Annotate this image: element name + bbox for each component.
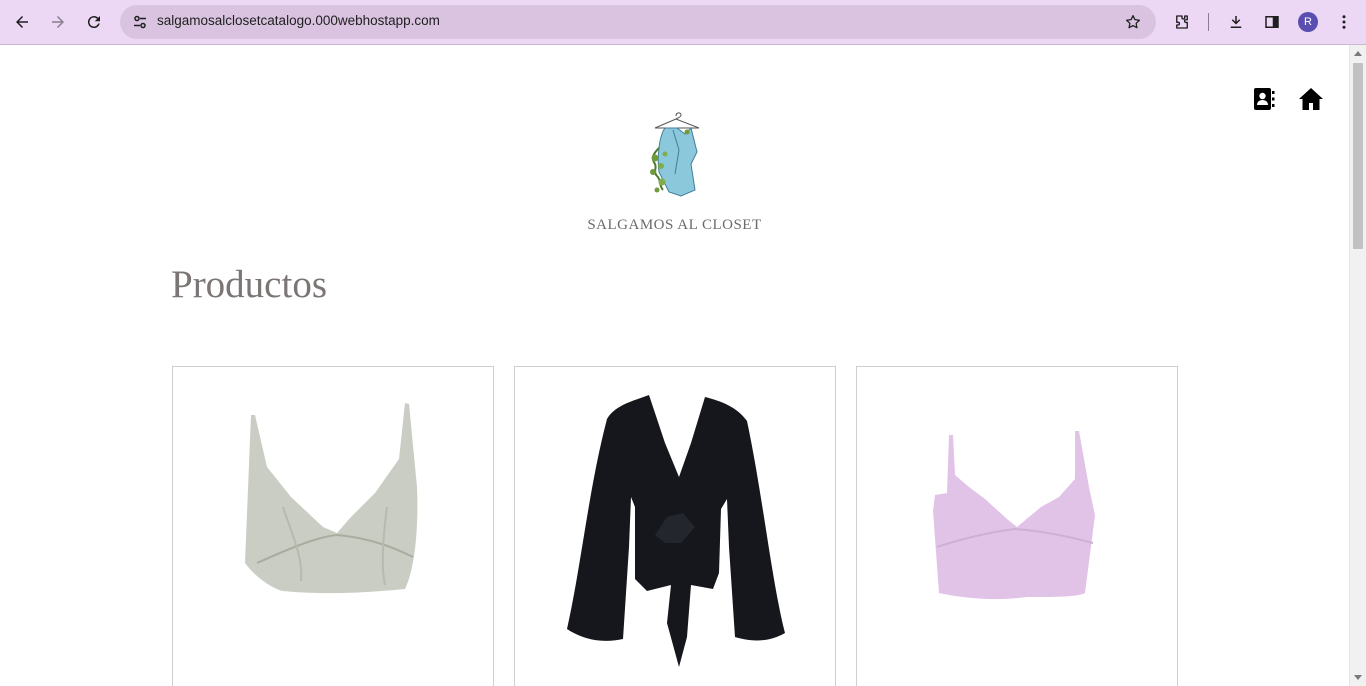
back-arrow-icon — [16, 16, 28, 28]
address-bar[interactable]: salgamosalclosetcatalogo.000webhostapp.c… — [120, 5, 1156, 39]
extensions-icon — [1176, 15, 1188, 29]
scrollbar-thumb[interactable] — [1353, 63, 1363, 249]
contact-book-icon — [1254, 88, 1275, 110]
site-info-icon — [134, 15, 146, 29]
download-icon — [1230, 16, 1242, 28]
page-title: Productos — [171, 263, 327, 306]
black-tie-front-bell-sleeve-top — [567, 395, 785, 667]
profile-avatar[interactable]: R — [1298, 12, 1318, 32]
side-panel-button[interactable] — [1258, 8, 1286, 36]
downloads-button[interactable] — [1222, 8, 1250, 36]
extensions-button[interactable] — [1168, 8, 1196, 36]
forward-button[interactable] — [44, 8, 72, 36]
side-panel-icon — [1265, 16, 1279, 28]
product-card[interactable] — [172, 366, 494, 686]
scroll-down-arrow-icon[interactable] — [1354, 675, 1362, 680]
home-link[interactable] — [1298, 86, 1324, 112]
kebab-menu-icon — [1342, 15, 1346, 29]
sage-satin-bralette-top — [245, 403, 418, 594]
site-info-button[interactable] — [128, 10, 152, 34]
contact-link[interactable] — [1251, 86, 1277, 112]
back-button[interactable] — [8, 8, 36, 36]
star-icon — [1125, 14, 1141, 29]
reload-icon — [87, 16, 100, 29]
forward-arrow-icon — [52, 16, 64, 28]
lilac-bralette-top — [933, 431, 1095, 600]
page-content: SALGAMOS AL CLOSET Productos — [0, 46, 1349, 686]
brand-name: SALGAMOS AL CLOSET — [587, 217, 762, 233]
toolbar-divider — [1208, 13, 1209, 31]
browser-toolbar: salgamosalclosetcatalogo.000webhostapp.c… — [0, 0, 1366, 45]
home-icon — [1299, 88, 1323, 110]
browser-menu-button[interactable] — [1330, 8, 1358, 36]
url-text[interactable]: salgamosalclosetcatalogo.000webhostapp.c… — [157, 13, 440, 28]
page-scrollbar[interactable] — [1349, 45, 1366, 686]
product-card[interactable] — [514, 366, 836, 686]
hanging-jacket-logo — [650, 112, 700, 197]
reload-button[interactable] — [80, 8, 108, 36]
scroll-up-arrow-icon[interactable] — [1354, 51, 1362, 56]
product-card[interactable] — [856, 366, 1178, 686]
bookmark-star-button[interactable] — [1122, 11, 1144, 33]
